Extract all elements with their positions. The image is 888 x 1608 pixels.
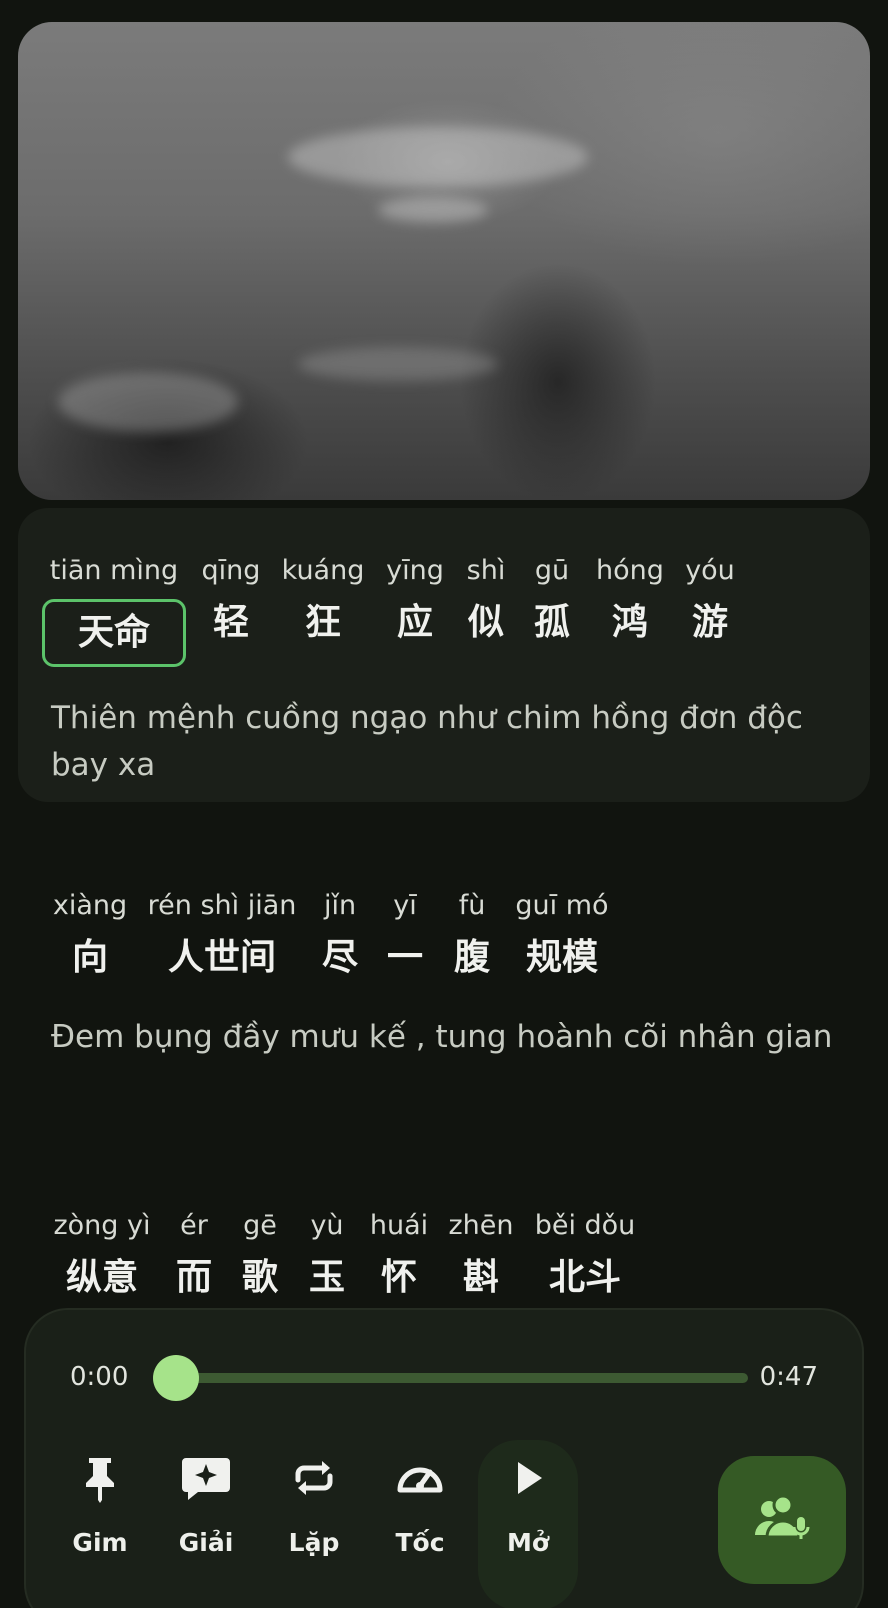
lyric-translation: Đem bụng đầy mưu kế , tung hoành cõi nhâ…	[51, 1019, 833, 1055]
pinyin: shì	[466, 555, 506, 586]
duration: 0:47	[759, 1362, 818, 1392]
progress-thumb[interactable]	[153, 1355, 199, 1401]
pinyin: yóu	[685, 555, 735, 586]
pinyin: tiān mìng	[49, 555, 179, 586]
explain-sparkle-icon	[182, 1458, 230, 1500]
lyric-word[interactable]: ér 而	[164, 1210, 224, 1300]
pinyin: yīng	[386, 555, 444, 586]
hanzi: 而	[175, 1257, 212, 1298]
hanzi: 应	[396, 602, 433, 643]
player-screen: tiān mìng 天命 qīng 轻 kuáng 狂 yīng 应 shì 似…	[0, 0, 888, 1608]
hanzi: 规模	[525, 937, 598, 978]
hanzi: 游	[691, 602, 728, 643]
pinyin: yù	[310, 1210, 344, 1241]
lyric-word[interactable]: zhēn 斟	[444, 1210, 518, 1300]
pinyin: hóng	[596, 555, 664, 586]
hanzi: 纵意	[65, 1257, 138, 1298]
pinyin: ér	[180, 1210, 208, 1241]
hanzi: 腹	[453, 937, 490, 978]
pinyin: qīng	[201, 555, 261, 586]
repeat-label: Lặp	[288, 1528, 340, 1557]
speed-gauge-icon	[397, 1467, 443, 1493]
hanzi: 玉	[308, 1257, 345, 1298]
lyric-word[interactable]: yóu 游	[672, 555, 748, 645]
pinyin: jǐn	[323, 890, 357, 921]
explain-button[interactable]: Giải	[158, 1450, 254, 1580]
audio-player-panel: 0:00 0:47 Gim Giải Lặp Tốc Mở	[24, 1308, 864, 1608]
lyric-word[interactable]: jǐn 尽	[312, 890, 368, 980]
pinyin: fù	[458, 890, 486, 921]
explain-label: Giải	[178, 1528, 234, 1557]
pinyin: zòng yì	[53, 1210, 151, 1241]
lyric-word[interactable]: yīng 应	[380, 555, 450, 645]
hanzi: 人世间	[167, 937, 276, 978]
pinyin: rén shì jiān	[147, 890, 297, 921]
hanzi: 向	[71, 937, 108, 978]
lyric-word[interactable]: yī 一	[380, 890, 430, 980]
lyric-word-active[interactable]: tiān mìng 天命	[42, 555, 186, 667]
pinyin: xiàng	[52, 890, 128, 921]
pin-icon	[86, 1458, 114, 1503]
lyric-word[interactable]: hóng 鸿	[590, 555, 670, 645]
pinyin: guī mó	[515, 890, 609, 921]
hanzi: 孤	[533, 602, 570, 643]
repeat-icon	[295, 1461, 333, 1495]
group-mic-icon	[755, 1495, 810, 1539]
open-play-button[interactable]: Mở	[478, 1440, 578, 1608]
lyric-word[interactable]: rén shì jiān 人世间	[140, 890, 304, 980]
hanzi: 歌	[241, 1257, 278, 1298]
lyric-word[interactable]: xiàng 向	[48, 890, 132, 980]
lyric-word[interactable]: huái 怀	[362, 1210, 436, 1300]
lyric-word[interactable]: yù 玉	[298, 1210, 356, 1300]
lyric-word[interactable]: gē 歌	[230, 1210, 290, 1300]
lyric-word[interactable]: shì 似	[456, 555, 516, 645]
pinyin: kuáng	[281, 555, 365, 586]
pin-button[interactable]: Gim	[52, 1450, 148, 1580]
progress-track[interactable]	[176, 1373, 748, 1383]
hanzi: 天命	[42, 599, 186, 667]
hanzi: 鸿	[611, 602, 648, 643]
lyric-word[interactable]: kuáng 狂	[276, 555, 370, 645]
hanzi: 似	[467, 602, 504, 643]
lyric-word[interactable]: zòng yì 纵意	[48, 1210, 156, 1300]
pinyin: zhēn	[448, 1210, 514, 1241]
play-icon	[518, 1462, 542, 1494]
pinyin: huái	[369, 1210, 429, 1241]
pinyin: gē	[243, 1210, 277, 1241]
hanzi: 北斗	[548, 1257, 621, 1298]
lyric-word[interactable]: gū 孤	[522, 555, 582, 645]
lyric-word[interactable]: běi dǒu 北斗	[530, 1210, 640, 1300]
voice-practice-button[interactable]	[718, 1456, 846, 1584]
pin-label: Gim	[72, 1528, 128, 1557]
open-label: Mở	[506, 1528, 550, 1557]
hanzi: 怀	[380, 1257, 417, 1298]
hanzi: 狂	[304, 602, 341, 643]
lyric-word[interactable]: qīng 轻	[196, 555, 266, 645]
hanzi: 一	[386, 937, 423, 978]
lyric-word[interactable]: guī mó 规模	[512, 890, 612, 980]
pinyin: běi dǒu	[534, 1210, 636, 1241]
pinyin: yī	[393, 890, 417, 921]
repeat-button[interactable]: Lặp	[266, 1450, 362, 1580]
pinyin: gū	[534, 555, 570, 586]
current-time: 0:00	[70, 1362, 129, 1392]
hanzi: 轻	[212, 602, 249, 643]
hanzi: 尽	[321, 937, 358, 978]
hanzi: 斟	[462, 1257, 499, 1298]
speed-button[interactable]: Tốc	[372, 1450, 468, 1580]
lyric-translation: Thiên mệnh cuồng ngạo như chim hồng đơn …	[51, 700, 803, 783]
lyric-word[interactable]: fù 腹	[442, 890, 502, 980]
speed-label: Tốc	[395, 1528, 445, 1557]
video-thumbnail[interactable]	[18, 22, 870, 500]
